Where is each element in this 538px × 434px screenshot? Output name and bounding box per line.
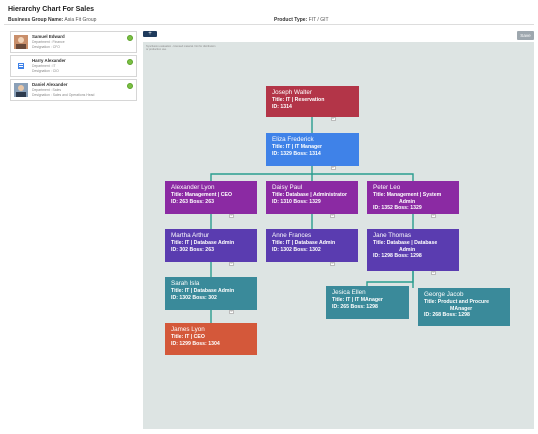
node-name: Peter Leo	[373, 184, 401, 191]
collapse-icon[interactable]: −	[330, 262, 335, 266]
collapse-icon[interactable]: −	[330, 117, 336, 121]
collapse-icon[interactable]: −	[229, 214, 234, 218]
node-detail: ID: 1329 Boss: 1314	[272, 150, 321, 157]
org-node-eliza[interactable]: Eliza Frederick Title: IT | IT Manager ID:…	[266, 133, 359, 170]
node-detail: Admin	[399, 198, 416, 205]
node-detail: ID: 263 Boss: 263	[171, 198, 214, 205]
org-node-george[interactable]: George Jacob Title: Product and Procure MA…	[418, 288, 510, 326]
node-detail: ID: 1310 Boss: 1329	[272, 198, 321, 205]
org-node-peter[interactable]: Peter Leo Title: Management | System Admin…	[367, 181, 459, 218]
collapse-icon[interactable]: −	[229, 262, 234, 266]
collapse-icon[interactable]: −	[431, 271, 436, 275]
node-name: James Lyon	[171, 326, 205, 333]
collapse-icon[interactable]: −	[431, 214, 436, 218]
node-name: Jesica Ellen	[332, 289, 366, 296]
collapse-icon[interactable]: −	[330, 214, 335, 218]
org-node-daisy[interactable]: Daisy Paul Title: Database | Administrato…	[266, 181, 358, 218]
org-node-alexander[interactable]: Alexander Lyon Title: Management | CEO ID:…	[165, 181, 257, 218]
connector	[210, 166, 313, 181]
connector	[312, 173, 414, 181]
node-name: Sarah Isla	[171, 280, 200, 287]
node-detail: Title: Product and Procure	[424, 298, 490, 305]
node-detail: ID: 1298 Boss: 1298	[373, 253, 422, 260]
connector	[366, 271, 414, 286]
node-detail: Title: IT | Reservation	[272, 96, 325, 103]
org-node-jesica[interactable]: Jesica Ellen Title: IT | IT MAnager ID: 26…	[326, 286, 409, 319]
node-detail: Title: IT | CEO	[171, 333, 205, 340]
collapse-icon[interactable]: −	[330, 166, 336, 170]
node-name: Anne Frances	[272, 232, 312, 239]
node-detail: ID: 1302 Boss: 302	[171, 294, 217, 301]
node-name: Joseph Walter	[272, 89, 313, 96]
node-detail: ID: 1352 Boss: 1329	[373, 205, 422, 212]
node-name: George Jacob	[424, 291, 464, 298]
node-detail: ID: 302 Boss: 263	[171, 246, 214, 253]
node-name: Jane Thomas	[373, 232, 412, 239]
node-name: Martha Arthur	[171, 232, 210, 239]
node-detail: Title: IT | IT MAnager	[332, 296, 383, 303]
node-detail: Title: Database | Database	[373, 239, 438, 246]
node-detail: ID: 1302 Boss: 1302	[272, 246, 321, 253]
node-detail: Title: Database | Administrator	[272, 191, 347, 198]
node-detail: ID: 1299 Boss: 1304	[171, 340, 220, 347]
node-detail: Title: IT | Database Admin	[272, 239, 336, 246]
node-detail: ID: 265 Boss: 1298	[332, 303, 378, 310]
node-detail: Title: Management | System	[373, 191, 442, 198]
collapse-icon[interactable]: −	[229, 310, 234, 314]
org-node-sarah[interactable]: Sarah Isla Title: IT | Database Admin ID: …	[165, 277, 257, 314]
org-node-martha[interactable]: Martha Arthur Title: IT | Database Admin I…	[165, 229, 257, 266]
node-name: Eliza Frederick	[272, 136, 314, 143]
node-name: Alexander Lyon	[171, 184, 215, 191]
node-detail: Admin	[399, 246, 416, 253]
node-detail: MAnager	[450, 305, 473, 312]
org-node-james[interactable]: James Lyon Title: IT | CEO ID: 1299 Boss: …	[165, 323, 257, 355]
node-name: Daisy Paul	[272, 184, 303, 191]
node-detail: ID: 1314	[272, 103, 292, 110]
org-node-anne[interactable]: Anne Frances Title: IT | Database Admin ID…	[266, 229, 358, 266]
org-node-jane[interactable]: Jane Thomas Title: Database | Database Adm…	[367, 229, 459, 275]
org-node-joseph[interactable]: Joseph Walter Title: IT | Reservation ID: …	[266, 86, 359, 121]
node-detail: Title: IT | Database Admin	[171, 239, 235, 246]
node-detail: Title: IT | Database Admin	[171, 287, 235, 294]
connector-lines	[210, 117, 414, 323]
node-detail: ID: 268 Boss: 1298	[424, 312, 470, 319]
node-detail: Title: Management | CEO	[171, 191, 233, 198]
node-detail: Title: IT | IT Manager	[272, 143, 323, 150]
